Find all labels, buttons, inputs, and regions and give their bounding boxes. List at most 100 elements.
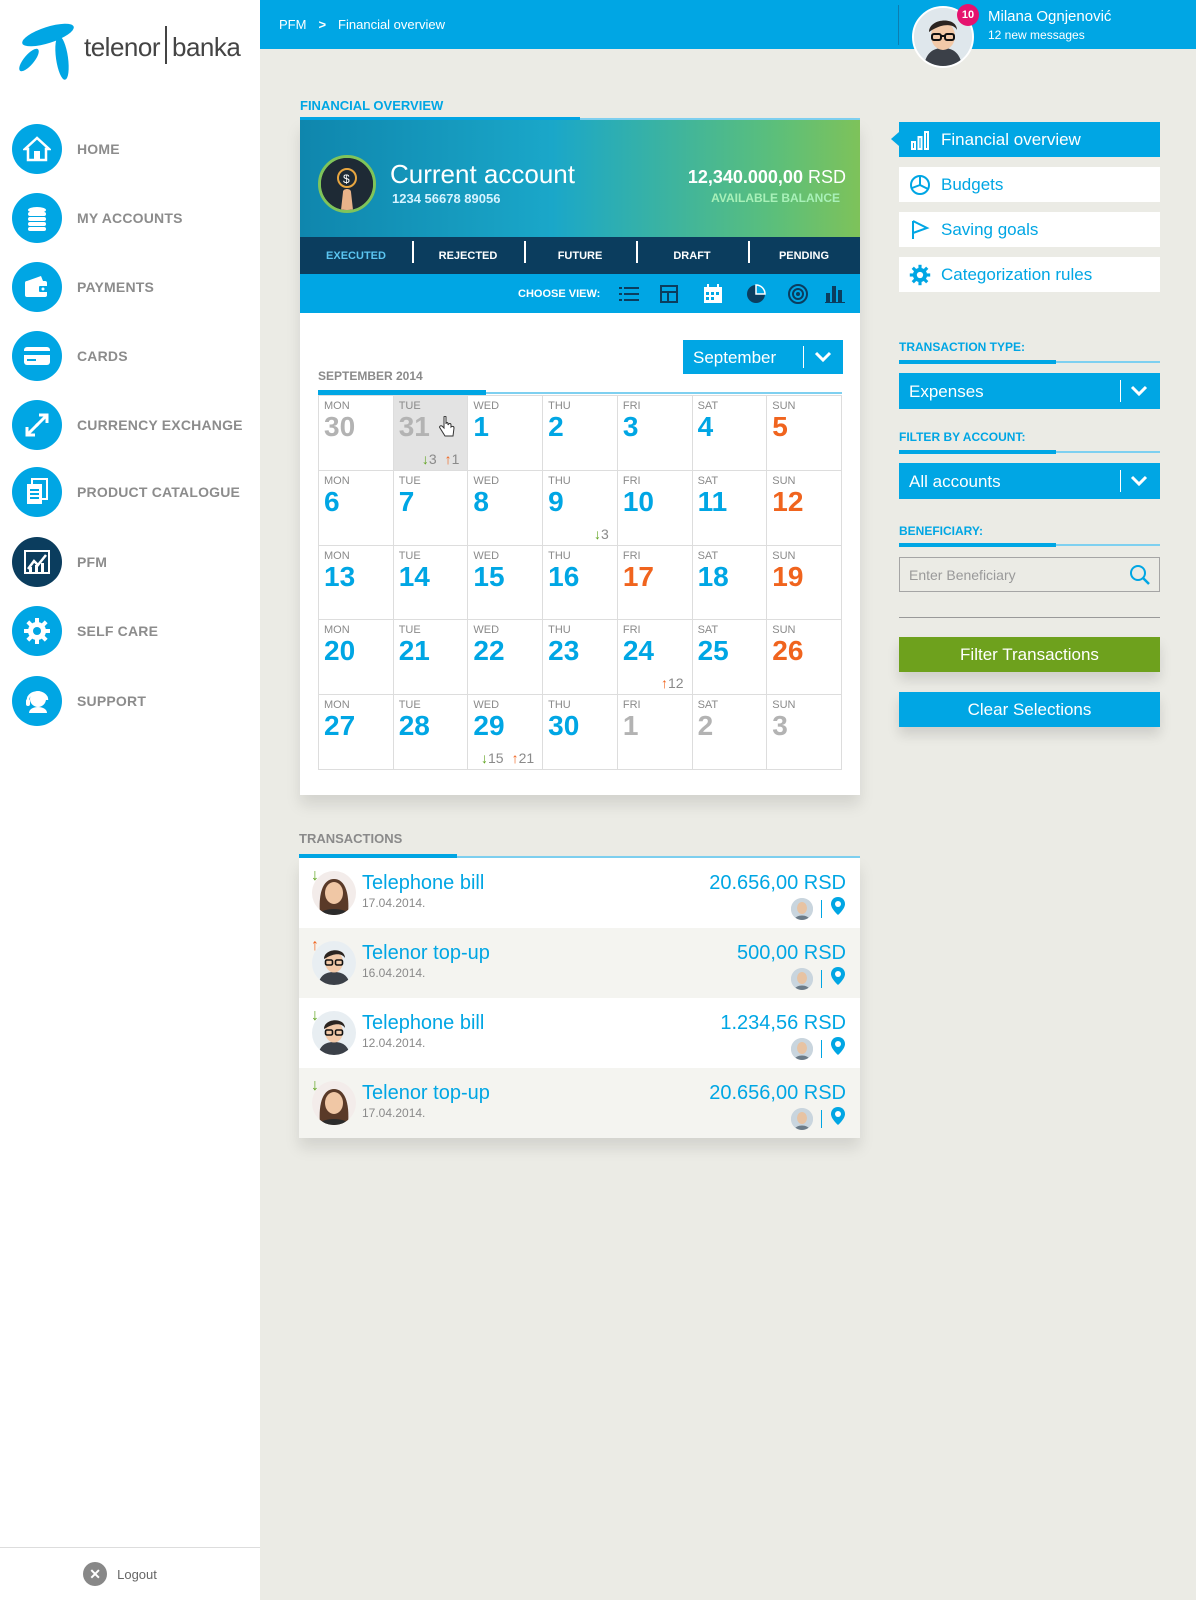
- logout-button[interactable]: ✕ Logout: [0, 1547, 260, 1600]
- transaction-type-select[interactable]: Expenses: [899, 373, 1160, 409]
- calendar-day[interactable]: MON 13: [319, 545, 394, 621]
- calendar-day[interactable]: SUN 19: [767, 545, 842, 621]
- calendar-day[interactable]: MON 30: [319, 396, 394, 471]
- calendar-day[interactable]: SUN 5: [767, 396, 842, 471]
- calendar-day[interactable]: THU 30: [543, 695, 618, 770]
- beneficiary-input[interactable]: [900, 558, 1120, 591]
- bar-view-icon[interactable]: [824, 283, 846, 305]
- transaction-row[interactable]: ↑ Telenor top-up 16.04.2014. 500,00 RSD: [299, 928, 860, 998]
- nav-item-product-catalogue[interactable]: PRODUCT CATALOGUE: [12, 466, 252, 518]
- nav-item-payments[interactable]: PAYMENTS: [12, 261, 252, 313]
- calendar-day[interactable]: SAT 25: [692, 620, 768, 696]
- transaction-type-underline: [899, 360, 1160, 364]
- clear-selections-button[interactable]: Clear Selections: [899, 692, 1160, 727]
- transaction-indicators: ↓3: [594, 526, 609, 542]
- calendar-day[interactable]: SAT 18: [692, 545, 768, 621]
- tab-rejected[interactable]: REJECTED: [412, 237, 524, 274]
- calendar-day[interactable]: TUE 7: [393, 470, 469, 546]
- incoming-count: ↓15: [481, 750, 504, 766]
- tab-draft[interactable]: DRAFT: [636, 237, 748, 274]
- category-avatar-icon[interactable]: [790, 1037, 813, 1060]
- calendar-day[interactable]: SAT 2: [692, 695, 768, 770]
- pfm-menu-budgets[interactable]: Budgets: [899, 167, 1160, 202]
- category-avatar-icon[interactable]: [790, 967, 813, 990]
- calendar-day[interactable]: TUE 31 ↓3 ↑1: [393, 396, 469, 471]
- calendar-day[interactable]: SUN 26: [767, 620, 842, 696]
- target-view-icon[interactable]: [787, 283, 809, 305]
- calendar-day[interactable]: WED 29 ↓15 ↑21: [468, 695, 544, 770]
- calendar-view-icon[interactable]: [702, 283, 724, 305]
- chevron-down-icon: [1130, 475, 1148, 487]
- transaction-name: Telephone bill: [362, 1012, 485, 1034]
- transaction-row[interactable]: ↓ Telephone bill 12.04.2014. 1.234,56 RSD: [299, 998, 860, 1068]
- calendar-day[interactable]: SAT 4: [692, 396, 768, 471]
- grid-view-icon[interactable]: [658, 283, 680, 305]
- nav-item-self-care[interactable]: SELF CARE: [12, 605, 252, 657]
- calendar-day[interactable]: THU 16: [543, 545, 618, 621]
- breadcrumb-pfm[interactable]: PFM: [279, 17, 306, 32]
- pfm-menu-financial-overview[interactable]: Financial overview: [891, 122, 1160, 157]
- calendar-day[interactable]: WED 22: [468, 620, 544, 696]
- filter-transactions-button[interactable]: Filter Transactions: [899, 637, 1160, 672]
- calendar-day[interactable]: THU 23: [543, 620, 618, 696]
- calendar-day[interactable]: MON 20: [319, 620, 394, 696]
- calendar-day[interactable]: TUE 28: [393, 695, 469, 770]
- calendar-day[interactable]: TUE 21: [393, 620, 469, 696]
- filter-account-label: FILTER BY ACCOUNT:: [899, 430, 1026, 444]
- pfm-menu-categorization-rules[interactable]: Categorization rules: [899, 257, 1160, 292]
- location-pin-icon[interactable]: [830, 1036, 846, 1061]
- tab-executed[interactable]: EXECUTED: [300, 237, 412, 274]
- tab-future[interactable]: FUTURE: [524, 237, 636, 274]
- calendar-day[interactable]: FRI 10: [617, 470, 693, 546]
- notification-badge[interactable]: 10: [957, 4, 979, 26]
- location-pin-icon[interactable]: [830, 896, 846, 921]
- messages-count[interactable]: 12 new messages: [988, 28, 1085, 42]
- calendar-day[interactable]: SUN 3: [767, 695, 842, 770]
- nav-item-support[interactable]: SUPPORT: [12, 675, 252, 727]
- calendar-day[interactable]: WED 15: [468, 545, 544, 621]
- month-dropdown[interactable]: September: [683, 340, 843, 374]
- pie-view-icon[interactable]: [745, 283, 767, 305]
- day-number: 17: [622, 560, 654, 592]
- calendar-day[interactable]: MON 27: [319, 695, 394, 770]
- calendar-day[interactable]: THU 2: [543, 396, 618, 471]
- close-icon: ✕: [83, 1562, 108, 1586]
- nav-item-currency-exchange[interactable]: CURRENCY EXCHANGE: [12, 399, 252, 451]
- calendar-day[interactable]: FRI 3: [617, 396, 693, 471]
- list-view-icon[interactable]: [618, 283, 640, 305]
- pfm-menu-saving-goals[interactable]: Saving goals: [899, 212, 1160, 247]
- calendar-day[interactable]: SAT 11: [692, 470, 768, 546]
- calendar-day[interactable]: WED 8: [468, 470, 544, 546]
- arrow-up-icon: ↑: [444, 450, 452, 467]
- account-select[interactable]: All accounts: [899, 463, 1160, 499]
- logout-label: Logout: [117, 1566, 157, 1582]
- calendar-day[interactable]: TUE 14: [393, 545, 469, 621]
- day-number: 27: [324, 710, 356, 742]
- nav-item-pfm[interactable]: PFM: [12, 536, 252, 588]
- outgoing-count: ↑21: [512, 750, 535, 766]
- calendar-day[interactable]: THU 9 ↓3: [543, 470, 618, 546]
- incoming-count: ↓3: [422, 451, 437, 467]
- location-pin-icon[interactable]: [830, 966, 846, 991]
- transaction-row[interactable]: ↓ Telephone bill 17.04.2014. 20.656,00 RSD: [299, 858, 860, 928]
- nav-item-cards[interactable]: CARDS: [12, 330, 252, 382]
- category-avatar-icon[interactable]: [790, 1107, 813, 1130]
- nav-item-home[interactable]: HOME: [12, 123, 252, 175]
- calendar-day[interactable]: FRI 17: [617, 545, 693, 621]
- calendar-day[interactable]: FRI 1: [617, 695, 693, 770]
- calendar-day[interactable]: WED 1: [468, 396, 544, 471]
- calendar-day[interactable]: FRI 24 ↑12: [617, 620, 693, 696]
- telenor-logo[interactable]: telenor banka: [18, 20, 248, 82]
- location-pin-icon[interactable]: [830, 1106, 846, 1131]
- calendar-day[interactable]: SUN 12: [767, 470, 842, 546]
- calendar-day[interactable]: MON 6: [319, 470, 394, 546]
- sidebar: telenor banka HOME MY ACCOUNTS PAYMENTS CAR…: [0, 0, 260, 1600]
- nav-item-my-accounts[interactable]: MY ACCOUNTS: [12, 192, 252, 244]
- tab-pending[interactable]: PENDING: [748, 237, 860, 274]
- category-avatar-icon[interactable]: [790, 897, 813, 920]
- pfm-menu-label: Budgets: [941, 174, 1004, 194]
- transaction-row[interactable]: ↓ Telenor top-up 17.04.2014. 20.656,00 RSD: [299, 1068, 860, 1138]
- user-name[interactable]: Milana Ognjenović: [988, 8, 1111, 25]
- flag-icon: [909, 219, 931, 241]
- search-icon[interactable]: [1129, 564, 1151, 586]
